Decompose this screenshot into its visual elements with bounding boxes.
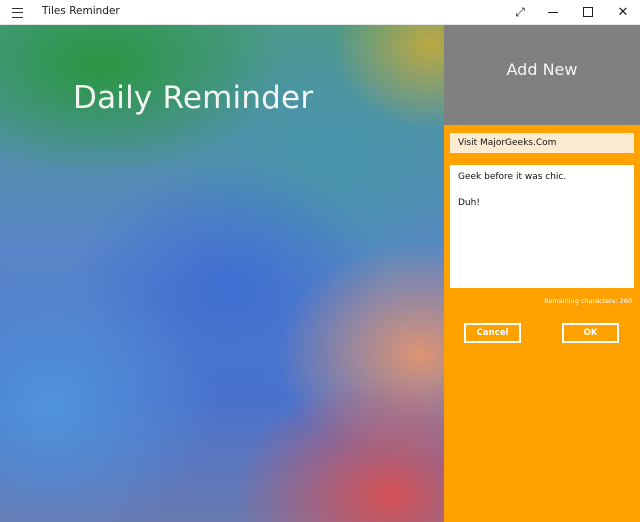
hamburger-icon[interactable] [12,8,23,18]
expand-diagonal-icon: ⤢ [515,4,525,19]
maximize-button[interactable] [571,0,605,24]
close-button[interactable]: ✕ [606,0,640,24]
background-image: Daily Reminder [0,25,444,522]
minimize-button[interactable] [536,0,570,24]
add-new-label: Add New [506,60,578,79]
minimize-icon [548,11,558,13]
close-icon: ✕ [617,4,629,20]
add-new-header: Add New [444,25,640,125]
maximize-icon [583,7,593,17]
app-title: Tiles Reminder [42,5,120,17]
add-new-panel: Geek before it was chic. Duh! Remaining … [444,125,640,522]
title-bar: Tiles Reminder ⤢ ✕ [0,0,640,25]
reminder-message-textarea[interactable]: Geek before it was chic. Duh! [450,165,634,288]
remaining-characters-label: Remaining characters: 260 [544,297,632,305]
ok-button[interactable]: OK [562,323,619,343]
reminder-title-input[interactable] [450,133,634,153]
expand-button[interactable]: ⤢ [503,0,537,24]
cancel-button[interactable]: Cancel [464,323,521,343]
page-title: Daily Reminder [73,80,314,116]
